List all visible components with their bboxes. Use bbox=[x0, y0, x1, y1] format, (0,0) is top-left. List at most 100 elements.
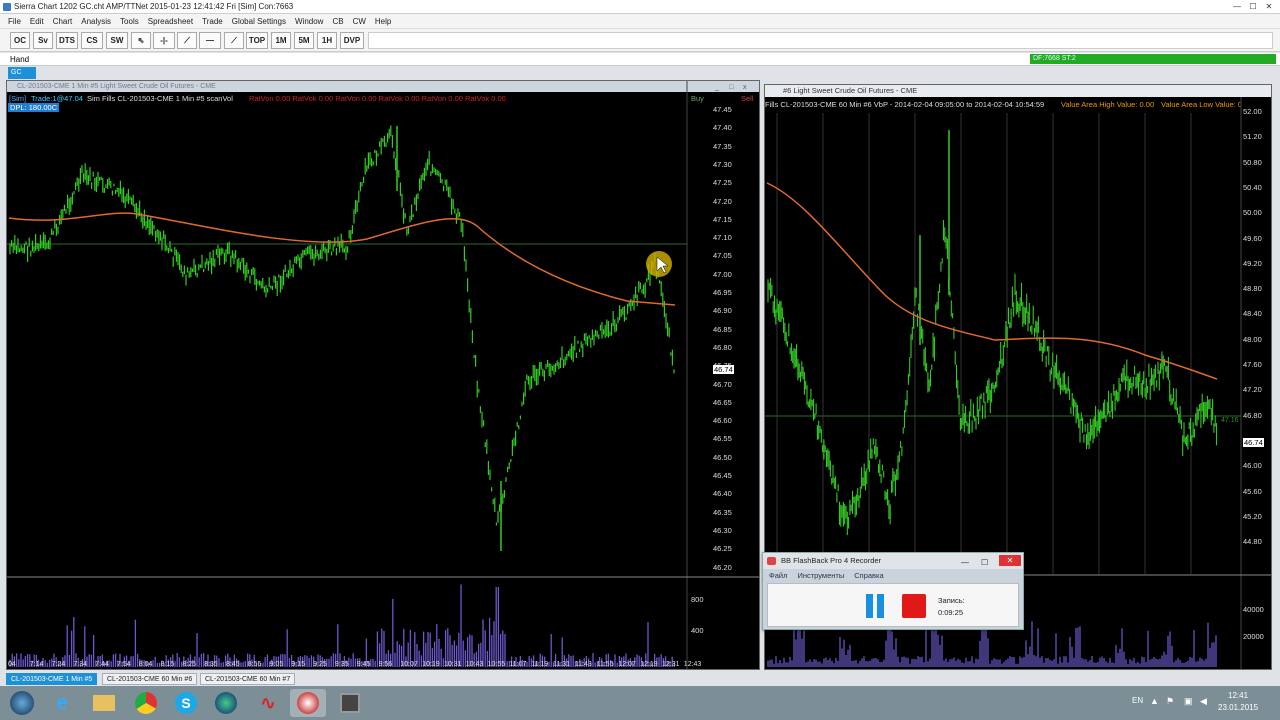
oc-button[interactable]: OC bbox=[10, 32, 30, 49]
sv-button[interactable]: Sv bbox=[33, 32, 53, 49]
recorder-minimize[interactable]: — bbox=[961, 555, 977, 567]
maximize-button[interactable]: ☐ bbox=[1246, 1, 1260, 12]
menu-trade[interactable]: Trade bbox=[202, 17, 223, 26]
pause-icon[interactable] bbox=[864, 594, 886, 618]
clock-date[interactable]: 23.01.2015 bbox=[1218, 703, 1258, 712]
menu-global-settings[interactable]: Global Settings bbox=[232, 17, 286, 26]
menu-spreadsheet[interactable]: Spreadsheet bbox=[148, 17, 193, 26]
right-price-tick: 47.20 bbox=[1243, 385, 1262, 395]
chartbook-tabs: GC bbox=[0, 66, 1280, 80]
left-price-tick: 47.10 bbox=[713, 233, 732, 243]
left-time-tick: 10:55 bbox=[487, 661, 506, 668]
top-button[interactable]: TOP bbox=[246, 32, 268, 49]
menu-chart[interactable]: Chart bbox=[53, 17, 73, 26]
1h-button[interactable]: 1H bbox=[317, 32, 337, 49]
tool-status-row: Hand DF:7668 ST:2 bbox=[0, 53, 1280, 66]
left-time-tick: 7:34 bbox=[73, 661, 88, 668]
tab-chart-7[interactable]: CL-201503-CME 60 Min #7 bbox=[200, 673, 296, 685]
start-button-icon[interactable] bbox=[4, 689, 40, 717]
recorder-menu-tools[interactable]: Инструменты bbox=[797, 571, 844, 581]
skype-icon[interactable]: S bbox=[168, 689, 204, 717]
recorder-maximize[interactable]: ☐ bbox=[981, 555, 997, 567]
ray-tool-icon[interactable]: ⟋ bbox=[224, 32, 244, 49]
left-time-tick: 9:15 bbox=[291, 661, 306, 668]
left-price-tick: 47.05 bbox=[713, 251, 732, 261]
menu-tools[interactable]: Tools bbox=[120, 17, 139, 26]
recorder-menu: Файл Инструменты Справка bbox=[763, 571, 1023, 581]
right-price-tick: 45.20 bbox=[1243, 511, 1262, 521]
explorer-icon[interactable] bbox=[86, 689, 122, 717]
recorder-app-icon bbox=[767, 557, 776, 565]
sierra-chart-icon[interactable] bbox=[290, 689, 326, 717]
left-time-tick: 7:24 bbox=[51, 661, 66, 668]
menu-edit[interactable]: Edit bbox=[30, 17, 44, 26]
left-time-tick: 7:14 bbox=[29, 661, 44, 668]
line-tool-icon[interactable]: ⟋ bbox=[177, 32, 197, 49]
dts-button[interactable]: DTS bbox=[56, 32, 78, 49]
tab-chart-5[interactable]: CL-201503-CME 1 Min #5 bbox=[6, 673, 98, 685]
left-price-tick: 46.30 bbox=[713, 525, 732, 535]
trading-app-icon[interactable]: ∿ bbox=[250, 689, 286, 717]
pointer-tool-icon[interactable]: ⇖ bbox=[131, 32, 151, 49]
left-time-tick: 9:05 bbox=[269, 661, 284, 668]
menu-file[interactable]: File bbox=[8, 17, 21, 26]
tanks-game-icon[interactable] bbox=[332, 689, 368, 717]
left-price-tick: 46.70 bbox=[713, 379, 732, 389]
menu-window[interactable]: Window bbox=[295, 17, 323, 26]
tray-arrow-icon[interactable]: ▲ bbox=[1150, 696, 1159, 706]
sw-button[interactable]: SW bbox=[106, 32, 128, 49]
5m-button[interactable]: 5M bbox=[294, 32, 314, 49]
menu-cb[interactable]: CB bbox=[332, 17, 343, 26]
dvp-button[interactable]: DVP bbox=[340, 32, 364, 49]
hline-tool-icon[interactable]: — bbox=[199, 32, 221, 49]
chrome-icon[interactable] bbox=[128, 689, 164, 717]
left-price-tick: 46.90 bbox=[713, 306, 732, 316]
tray-flag-icon[interactable]: ⚑ bbox=[1166, 696, 1174, 707]
stop-icon[interactable] bbox=[902, 594, 926, 618]
recorder-menu-help[interactable]: Справка bbox=[854, 571, 883, 581]
chart-tabs: CL-201503-CME 1 Min #5 CL-201503-CME 60 … bbox=[0, 672, 1280, 686]
tray-volume-icon[interactable]: ◀ bbox=[1200, 696, 1207, 707]
right-price-tick: 51.20 bbox=[1243, 132, 1262, 142]
tray-network-icon[interactable]: ▣ bbox=[1184, 696, 1193, 707]
close-button[interactable]: ✕ bbox=[1262, 1, 1276, 12]
left-time-tick: 9:35 bbox=[335, 661, 349, 668]
left-time-tick: 8:55 bbox=[247, 661, 262, 668]
left-price-tick: 46.85 bbox=[713, 324, 732, 334]
recorder-close[interactable]: ✕ bbox=[999, 555, 1021, 566]
left-time-tick: 7:44 bbox=[95, 661, 109, 668]
globe-icon[interactable] bbox=[208, 689, 244, 717]
right-price-tick: 50.40 bbox=[1243, 182, 1262, 192]
menu-bar: File Edit Chart Analysis Tools Spreadshe… bbox=[0, 14, 1280, 28]
flashback-recorder-window[interactable]: BB FlashBack Pro 4 Recorder — ☐ ✕ Файл И… bbox=[762, 552, 1024, 630]
left-time-tick: 10:07 bbox=[400, 661, 418, 668]
left-price-tick: 47.00 bbox=[713, 269, 732, 279]
left-time-tick: 8:15 bbox=[160, 661, 175, 668]
ie-icon[interactable]: e bbox=[44, 689, 80, 717]
minimize-button[interactable]: — bbox=[1230, 1, 1244, 12]
crosshair-tool-icon[interactable]: -|- bbox=[153, 32, 175, 49]
record-label: Запись: bbox=[938, 596, 965, 605]
window-title: Sierra Chart 1202 GC.cht AMP/TTNet 2015-… bbox=[14, 2, 294, 11]
left-chart-window[interactable]: CL-201503-CME 1 Min #5 Light Sweet Crude… bbox=[6, 80, 760, 670]
cs-button[interactable]: CS bbox=[81, 32, 103, 49]
left-price-chart[interactable] bbox=[7, 81, 759, 669]
language-indicator[interactable]: EN bbox=[1132, 696, 1143, 705]
menu-help[interactable]: Help bbox=[375, 17, 391, 26]
tab-chart-6[interactable]: CL-201503-CME 60 Min #6 bbox=[102, 673, 198, 685]
left-time-tick: 9:45 bbox=[356, 661, 371, 668]
title-bar: Sierra Chart 1202 GC.cht AMP/TTNet 2015-… bbox=[0, 0, 1280, 14]
left-volume-tick: 400 bbox=[691, 626, 704, 635]
recorder-body: Запись: 0:09:25 bbox=[767, 583, 1019, 627]
clock-time[interactable]: 12:41 bbox=[1228, 691, 1248, 700]
gc-tab[interactable]: GC bbox=[8, 67, 36, 79]
menu-analysis[interactable]: Analysis bbox=[81, 17, 111, 26]
right-volume-tick: 40000 bbox=[1243, 605, 1264, 614]
left-time-tick: 7:54 bbox=[117, 661, 131, 668]
1m-button[interactable]: 1M bbox=[271, 32, 291, 49]
menu-cw[interactable]: CW bbox=[353, 17, 366, 26]
toolbar: OC Sv DTS CS SW ⇖ -|- ⟋ — ⟋ TOP 1M 5M 1H… bbox=[0, 28, 1280, 52]
left-time-tick: 11:19 bbox=[531, 661, 549, 668]
recorder-menu-file[interactable]: Файл bbox=[769, 571, 787, 581]
left-time-tick: 11:31 bbox=[553, 661, 570, 668]
